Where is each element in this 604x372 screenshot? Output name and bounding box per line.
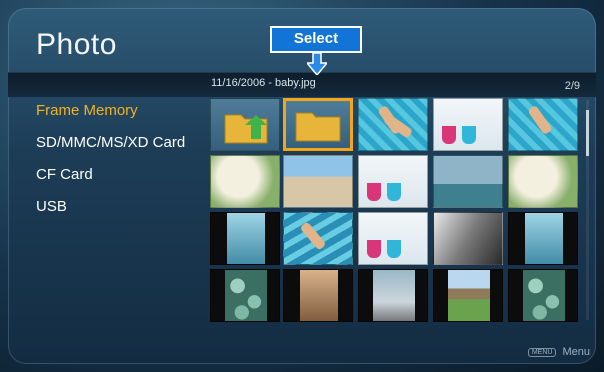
folder-icon <box>295 112 341 142</box>
folder-up-icon <box>224 114 268 144</box>
photo-thumbnail[interactable] <box>210 155 280 208</box>
source-usb[interactable]: USB <box>36 198 185 230</box>
photo-thumbnail[interactable] <box>358 98 428 151</box>
photo-date-filename: 11/16/2006 - baby.jpg <box>211 77 316 89</box>
menu-label: Menu <box>562 346 590 358</box>
folder-up-tile[interactable] <box>210 98 280 151</box>
source-cf-card[interactable]: CF Card <box>36 166 185 198</box>
source-frame-memory[interactable]: Frame Memory <box>36 102 185 134</box>
photo-thumbnail[interactable] <box>283 212 353 265</box>
select-callout: Select <box>270 26 362 53</box>
source-menu: Frame Memory SD/MMC/MS/XD Card CF Card U… <box>36 102 185 230</box>
photo-thumbnail[interactable] <box>508 269 578 322</box>
photo-thumbnail[interactable] <box>508 212 578 265</box>
photo-thumbnail[interactable] <box>433 155 503 208</box>
page-indicator: 2/9 <box>564 80 580 92</box>
photo-thumbnail[interactable] <box>210 269 280 322</box>
scrollbar-thumb[interactable] <box>586 110 589 156</box>
photo-thumbnail[interactable] <box>358 155 428 208</box>
menu-button[interactable]: MENU Menu <box>527 346 590 358</box>
photo-thumbnail[interactable] <box>210 212 280 265</box>
screen: Photo 11/16/2006 - baby.jpg 2/9 Select F… <box>0 0 604 372</box>
folder-tile-selected[interactable] <box>283 98 353 151</box>
photo-thumbnail[interactable] <box>433 98 503 151</box>
photo-thumbnail[interactable] <box>283 269 353 322</box>
arrow-down-icon <box>307 53 327 75</box>
photo-thumbnail[interactable] <box>508 98 578 151</box>
photo-thumbnail[interactable] <box>433 269 503 322</box>
menu-key-icon: MENU <box>527 347 557 357</box>
photo-thumbnail[interactable] <box>358 269 428 322</box>
photo-thumbnail[interactable] <box>508 155 578 208</box>
photo-thumbnail[interactable] <box>358 212 428 265</box>
photo-thumbnail[interactable] <box>283 155 353 208</box>
photo-thumbnail[interactable] <box>433 212 503 265</box>
source-sd-card[interactable]: SD/MMC/MS/XD Card <box>36 134 185 166</box>
thumbnail-grid <box>210 98 582 322</box>
page-title: Photo <box>36 28 117 61</box>
